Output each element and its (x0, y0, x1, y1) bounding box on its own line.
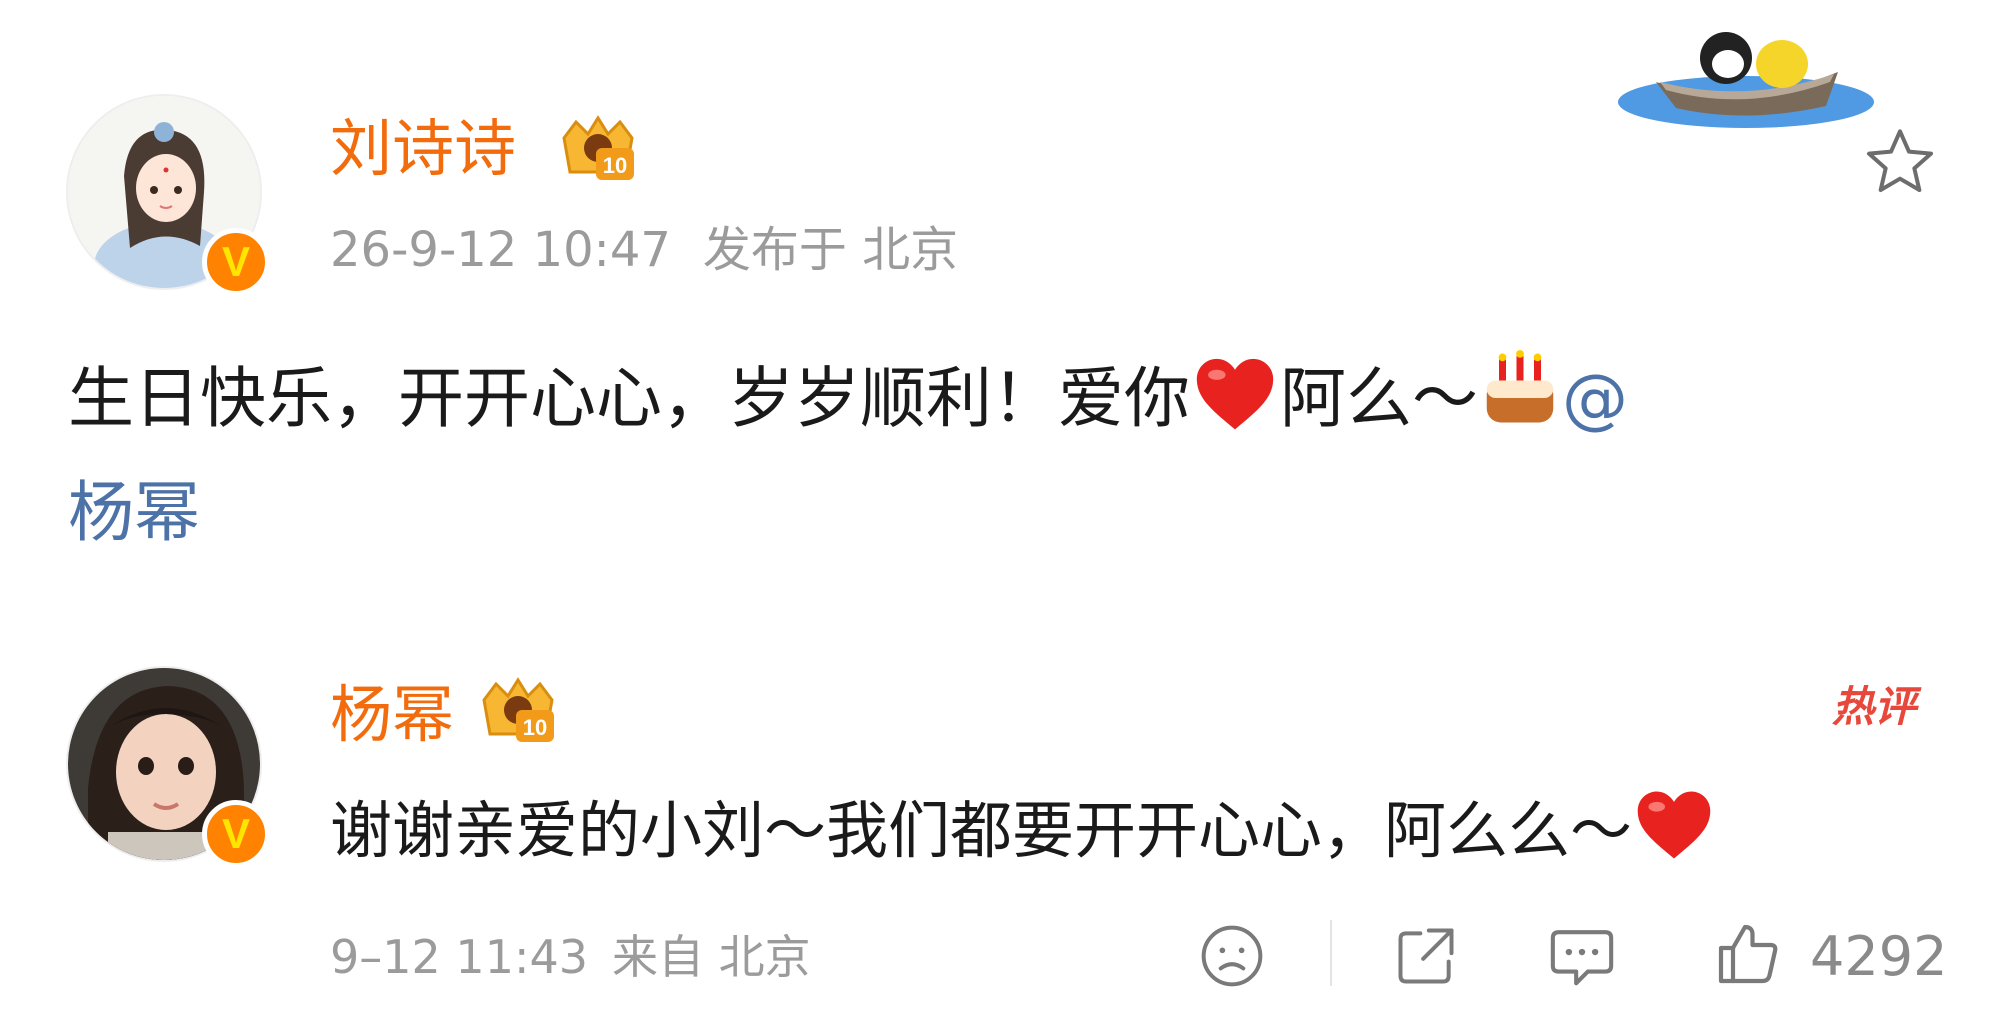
crown-badge-icon: 10 (482, 677, 554, 742)
cake-icon (1486, 350, 1554, 423)
share-icon[interactable] (1392, 922, 1460, 990)
author-avatar[interactable]: V (66, 94, 270, 296)
comment-author-name[interactable]: 杨幂 (330, 684, 454, 746)
mention-name: 杨幂 (68, 474, 200, 551)
mention-at-symbol: @ (1562, 360, 1628, 437)
sad-face-icon[interactable] (1198, 922, 1266, 990)
comment-icon[interactable] (1546, 922, 1618, 992)
post-location: 发布于 北京 (702, 222, 959, 278)
comment-text: 谢谢亲爱的小刘～我们都要开开心心，阿么么～ (330, 794, 1633, 867)
commenter-avatar[interactable]: V (66, 666, 270, 868)
heart-icon (1196, 358, 1274, 430)
comment-location: 来自 北京 (612, 930, 811, 984)
post-text-after-heart: 阿么～ (1280, 360, 1478, 437)
post-text-main: 生日快乐，开开心心，岁岁顺利！爱你 (68, 360, 1190, 437)
comment-meta: 9–12 11:43 来自 北京 (330, 934, 811, 980)
post-meta: 26-9-12 10:47 发布于 北京 (330, 226, 958, 274)
weibo-post-screen: V 刘诗诗 10 26-9-12 10:47 发布于 北京 生日快乐，开开心心，岁… (0, 0, 2000, 1028)
comment-timestamp: 9–12 11:43 (330, 930, 588, 984)
comment-body: 谢谢亲爱的小刘～我们都要开开心心，阿么么～ (330, 786, 1716, 866)
star-icon[interactable] (1860, 122, 1940, 202)
like-count: 4292 (1810, 925, 1948, 988)
verified-badge: V (202, 800, 270, 868)
verified-badge: V (202, 228, 270, 296)
post-timestamp: 26-9-12 10:47 (330, 222, 671, 278)
post-body: 生日快乐，开开心心，岁岁顺利！爱你 阿么～ @ 杨幂 (68, 342, 1888, 570)
boat-sticker-icon (1618, 32, 1874, 128)
svg-text:10: 10 (603, 153, 627, 178)
crown-badge-icon: 10 (562, 115, 634, 180)
svg-text:10: 10 (523, 715, 547, 740)
thumbs-up-icon[interactable] (1712, 918, 1784, 990)
post-author-name[interactable]: 刘诗诗 (330, 118, 516, 180)
heart-icon (1637, 791, 1711, 859)
action-divider (1330, 920, 1332, 986)
hot-comment-label: 热评 (1832, 682, 1917, 731)
